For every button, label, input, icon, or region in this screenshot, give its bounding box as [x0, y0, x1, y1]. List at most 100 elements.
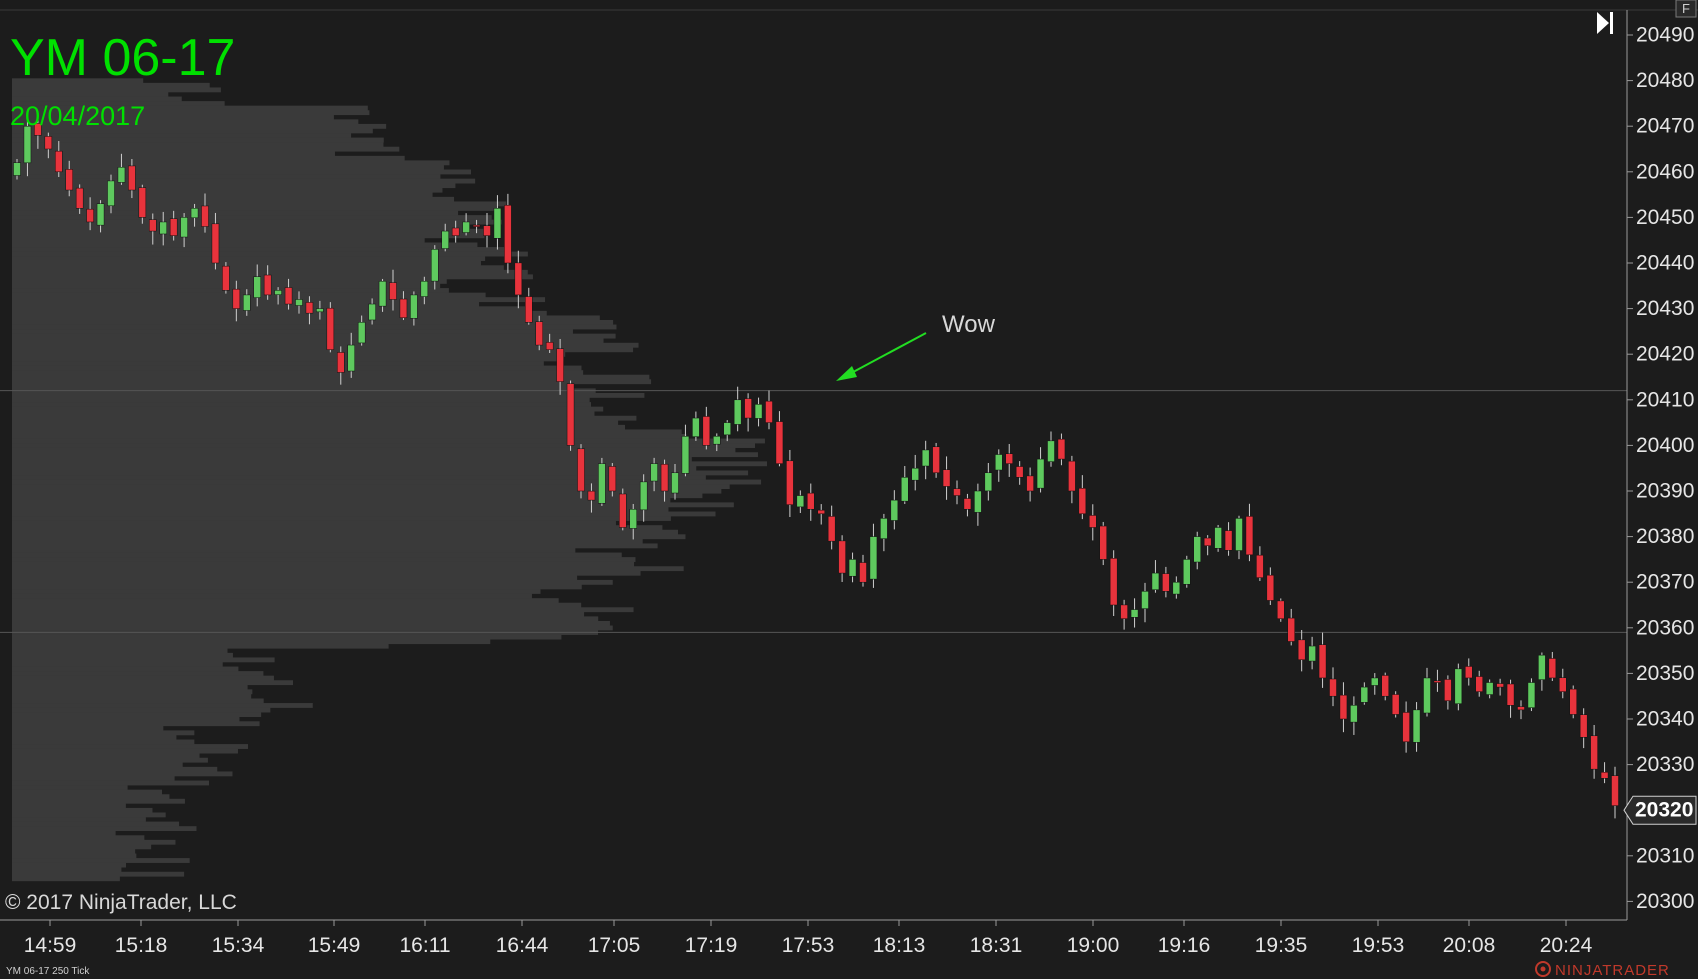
candle-up [848, 559, 857, 577]
candle-down [1579, 714, 1588, 738]
y-tick-label: 20490 [1636, 24, 1694, 47]
candle-up [880, 518, 888, 539]
x-tick-label: 15:18 [115, 934, 168, 957]
volume-profile-bar [12, 210, 459, 216]
volume-profile-bar [12, 666, 239, 672]
candle-down [1057, 438, 1066, 460]
candle-up [733, 399, 742, 425]
candle-up [1235, 518, 1243, 551]
candle-down [786, 460, 794, 505]
y-tick-label: 20400 [1636, 434, 1694, 457]
candle-up [1538, 654, 1546, 680]
candle-down [211, 223, 220, 264]
candle-up [117, 166, 126, 183]
candle-up [974, 490, 982, 513]
candle-down [1339, 694, 1348, 720]
last-price-label: 20320 [1635, 799, 1693, 822]
candle-down [1277, 600, 1285, 619]
volume-profile-bar [12, 183, 456, 189]
scroll-to-end-bar[interactable] [1610, 12, 1613, 34]
volume-profile-bar [12, 443, 756, 448]
volume-profile-bar [12, 748, 238, 754]
volume-profile-bar [12, 164, 444, 170]
volume-profile-bar [12, 465, 697, 471]
candle-up [1151, 572, 1160, 590]
brand-logo: NINJATRADER [1535, 961, 1669, 979]
candle-up [1454, 668, 1463, 704]
candle-down [472, 224, 481, 227]
candle-down [608, 466, 617, 492]
volume-profile-bar [12, 260, 481, 266]
volume-profile-bar [12, 739, 195, 745]
volume-profile-bar [12, 780, 209, 786]
volume-profile-bar [12, 274, 533, 280]
y-tick-label: 20430 [1636, 297, 1694, 320]
volume-profile-bar [12, 534, 686, 540]
volume-profile-bar [12, 725, 164, 731]
volume-profile-bar [12, 734, 177, 740]
candle-down [75, 187, 84, 209]
volume-profile-bar [12, 826, 197, 832]
candle-down [765, 400, 773, 423]
candle-up [378, 280, 387, 307]
candle-down [1120, 604, 1128, 619]
candle-up [1214, 527, 1222, 549]
candle-down [65, 169, 73, 191]
candle-up [190, 208, 199, 219]
candle-down [1203, 537, 1212, 546]
volume-profile-bar [12, 511, 716, 517]
candle-down [128, 165, 136, 191]
candle-down [545, 342, 554, 350]
x-tick-label: 20:24 [1540, 934, 1593, 957]
volume-profile-bar [12, 406, 604, 412]
volume-profile-bar [12, 703, 313, 708]
candle-up [869, 536, 878, 580]
volume-profile-bar [12, 689, 253, 695]
volume-profile-bar [12, 543, 658, 549]
candle-down [1465, 666, 1473, 679]
volume-profile-bar [12, 142, 384, 148]
candle-up [723, 422, 731, 436]
y-tick-label: 20300 [1636, 890, 1694, 913]
x-tick-label: 18:31 [970, 934, 1023, 957]
volume-profile-bar [12, 370, 584, 376]
volume-profile-bar [12, 794, 170, 800]
volume-profile-bar [12, 789, 163, 795]
candle-down [1506, 683, 1515, 706]
volume-profile-bar [12, 771, 233, 777]
x-tick-label: 16:44 [496, 934, 549, 957]
volume-profile-bar [12, 579, 613, 585]
candle-down [86, 208, 94, 223]
x-tick-label: 15:49 [308, 934, 361, 957]
volume-profile-bar [12, 447, 736, 453]
series-caption: YM 06-17 250 Tick [6, 966, 90, 977]
candle-up [357, 322, 366, 344]
volume-profile-bar [12, 133, 352, 138]
volume-profile-bar [12, 178, 476, 184]
candle-up [995, 454, 1003, 471]
candle-up [921, 449, 930, 467]
candle-down [838, 540, 846, 574]
candle-down [305, 302, 314, 314]
candle-down [138, 187, 147, 218]
candle-up [1193, 536, 1201, 563]
x-tick-label: 19:00 [1067, 934, 1120, 957]
candle-down [1287, 617, 1295, 642]
y-tick-label: 20410 [1636, 388, 1694, 411]
candle-up [1036, 458, 1045, 489]
candle-down [775, 421, 784, 464]
corner-button-label[interactable]: F [1682, 1, 1690, 16]
candle-up [96, 203, 105, 226]
candle-down [577, 448, 585, 492]
candle-down [201, 205, 209, 227]
corner-button[interactable]: F [1675, 0, 1697, 18]
candlestick-chart: 20300 20310 20320 20330 20340 20350 20360 20370… [0, 0, 1698, 979]
candle-down [817, 509, 825, 515]
volume-profile-bar [12, 762, 183, 768]
candle-down [587, 490, 596, 501]
volume-profile-bar [12, 146, 400, 152]
volume-profile-bar [12, 87, 221, 93]
candle-down [1318, 644, 1327, 679]
candle-down [660, 463, 669, 492]
volume-profile-bar [12, 693, 252, 699]
